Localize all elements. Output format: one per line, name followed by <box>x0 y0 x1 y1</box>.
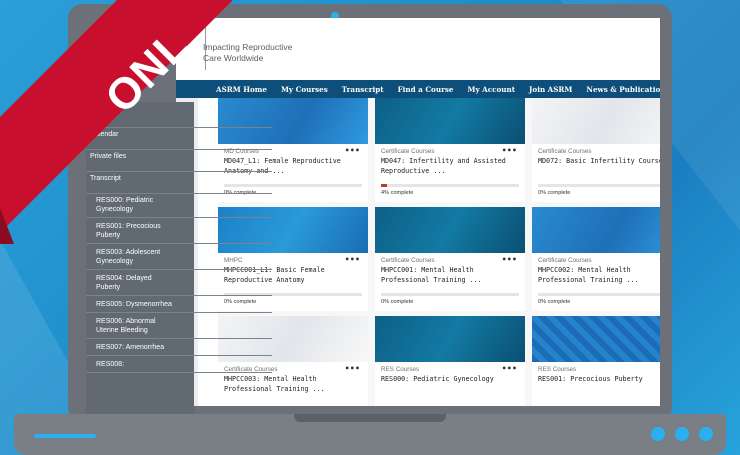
ribbon-fold <box>0 208 14 244</box>
course-card[interactable]: Certificate Courses ••• MHPCC001: Mental H… <box>375 207 525 311</box>
course-thumbnail[interactable] <box>532 316 660 362</box>
nav-link-join-asrm[interactable]: Join ASRM <box>529 85 572 94</box>
nav-link-news-publications[interactable]: News & Publications <box>586 85 660 94</box>
course-category: RES Courses <box>538 366 577 373</box>
course-thumbnail[interactable] <box>532 207 660 253</box>
sidebar-course-label: RES008: <box>96 361 125 368</box>
course-menu-icon[interactable]: ••• <box>345 364 360 373</box>
nav-link-transcript[interactable]: Transcript <box>342 85 384 94</box>
course-card[interactable]: RES Courses ••• RES000: Pediatric Gynecolo… <box>375 316 525 406</box>
nav-link-find-a-course[interactable]: Find a Course <box>398 85 454 94</box>
course-progress-label: 0% complete <box>538 190 571 196</box>
course-progress-label: 0% complete <box>381 299 414 305</box>
course-progress-fill <box>381 184 387 187</box>
sidebar-divider <box>86 338 272 339</box>
course-menu-icon[interactable]: ••• <box>502 255 517 264</box>
course-progress-bar <box>381 293 519 296</box>
course-title[interactable]: MD072: Basic Infertility Course <box>538 157 660 176</box>
course-menu-icon[interactable]: ••• <box>502 364 517 373</box>
course-menu-icon[interactable]: ••• <box>659 146 660 155</box>
ribbon-band <box>0 0 248 283</box>
nav-link-my-account[interactable]: My Account <box>467 85 515 94</box>
course-menu-icon[interactable]: ••• <box>345 255 360 264</box>
course-card[interactable]: Certificate Courses ••• MHPCC002: Mental H… <box>532 207 660 311</box>
course-menu-icon[interactable]: ••• <box>345 146 360 155</box>
course-title[interactable]: MHPCC002: Mental Health Professional Tra… <box>538 266 660 285</box>
sidebar-course-label: RES007: Amenorrhea <box>96 344 165 351</box>
sidebar-course-item[interactable]: RES008: <box>86 360 262 369</box>
sidebar-divider <box>86 355 272 356</box>
course-thumbnail[interactable] <box>375 316 525 362</box>
sidebar-course-item[interactable]: RES006: Abnormal Uterine Bleeding <box>86 317 262 335</box>
course-card[interactable]: Certificate Courses ••• MD047: Infertility… <box>375 98 525 202</box>
course-thumbnail[interactable] <box>375 98 525 144</box>
course-title[interactable]: MD047: Infertility and Assisted Reproduc… <box>381 157 509 176</box>
laptop-notch <box>294 414 446 422</box>
sidebar-divider <box>86 372 272 373</box>
sidebar-course-item[interactable]: RES007: Amenorrhea <box>86 343 262 352</box>
course-card[interactable]: RES Courses ••• RES001: Precocious Puberty <box>532 316 660 406</box>
base-dot <box>675 427 689 441</box>
course-menu-icon[interactable]: ••• <box>659 255 660 264</box>
course-title[interactable]: MHPCC001: Mental Health Professional Tra… <box>381 266 509 285</box>
course-thumbnail[interactable] <box>532 98 660 144</box>
course-menu-icon[interactable]: ••• <box>659 364 660 373</box>
sidebar-course-label: RES006: Abnormal <box>96 318 156 325</box>
course-progress-bar <box>538 184 660 187</box>
laptop-base <box>14 414 726 455</box>
course-progress-bar <box>381 184 519 187</box>
course-progress-label: 4% complete <box>381 190 414 196</box>
sidebar-course-label: Uterine Bleeding <box>96 327 148 334</box>
course-category: Certificate Courses <box>538 257 592 264</box>
base-dot <box>651 427 665 441</box>
course-title[interactable]: RES000: Pediatric Gynecology <box>381 375 509 394</box>
course-card[interactable]: Certificate Courses ••• MD072: Basic Infer… <box>532 98 660 202</box>
base-indicator <box>34 434 96 438</box>
course-title[interactable]: RES001: Precocious Puberty <box>538 375 660 394</box>
course-progress-bar <box>538 293 660 296</box>
online-ribbon: ONL <box>0 0 310 310</box>
course-title[interactable]: MHPCC003: Mental Health Professional Tra… <box>224 375 352 394</box>
course-progress-label: 0% complete <box>538 299 571 305</box>
sidebar-divider <box>86 312 272 313</box>
course-thumbnail[interactable] <box>375 207 525 253</box>
course-menu-icon[interactable]: ••• <box>502 146 517 155</box>
course-category: Certificate Courses <box>538 148 592 155</box>
base-dot <box>699 427 713 441</box>
